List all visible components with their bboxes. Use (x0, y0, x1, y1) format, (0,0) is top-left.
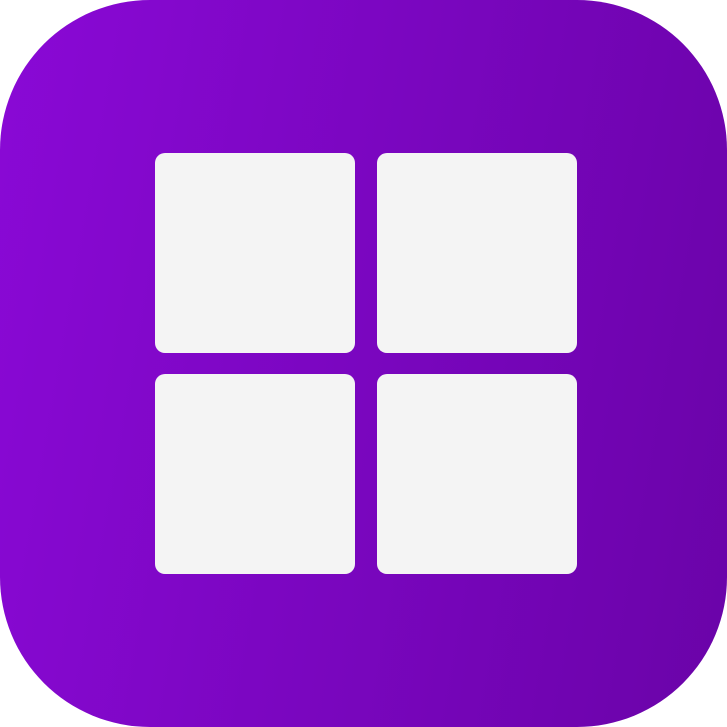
grid-tile-top-left (155, 153, 355, 353)
grid-tile-bottom-right (377, 374, 577, 574)
grid-tile-bottom-left (155, 374, 355, 574)
app-icon[interactable] (0, 0, 727, 727)
grid-tile-top-right (377, 153, 577, 353)
